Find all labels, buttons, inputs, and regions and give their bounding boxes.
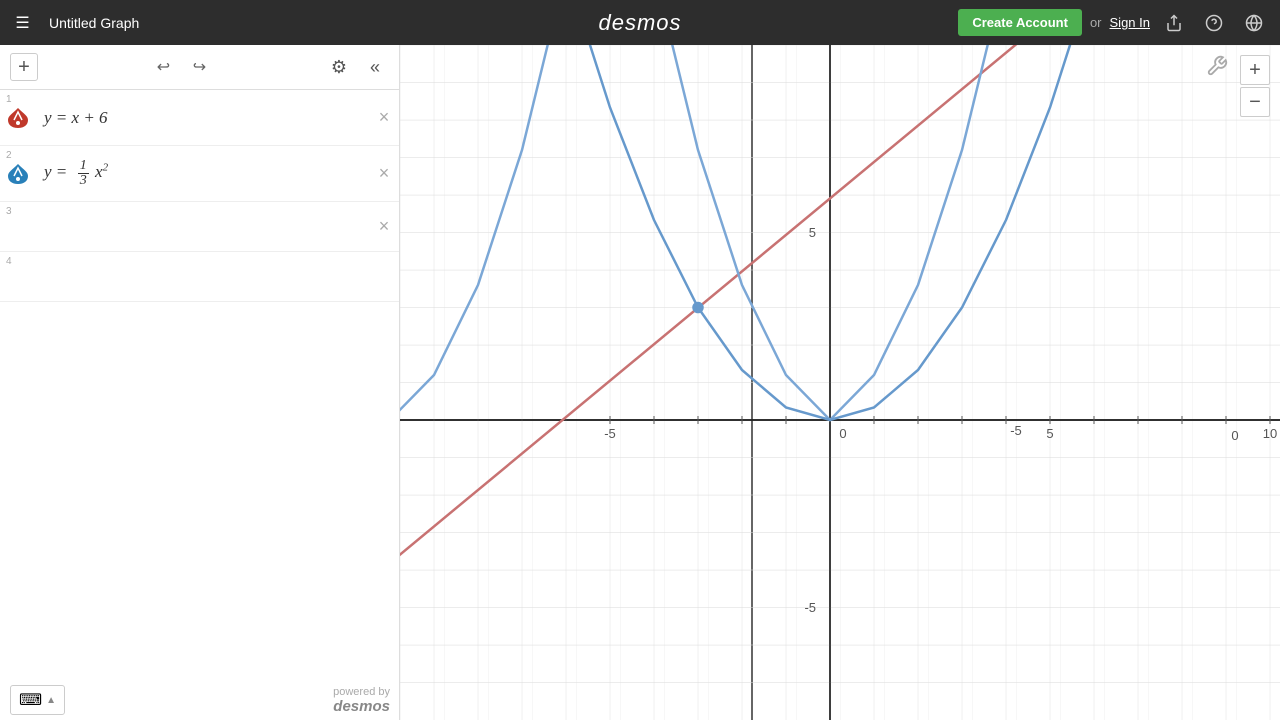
redo-button[interactable]: ↪ (186, 53, 214, 81)
expr-number-3: 3 (6, 206, 12, 217)
language-button[interactable] (1238, 7, 1270, 39)
desmos-wordmark: desmos (598, 10, 681, 35)
hamburger-button[interactable]: ☰ (0, 0, 45, 45)
header-right: Create Account or Sign In (958, 7, 1270, 39)
share-button[interactable] (1158, 7, 1190, 39)
panel-footer: ⌨ ▲ powered by desmos (0, 680, 400, 720)
expr-number-4: 4 (6, 256, 12, 267)
add-expression-button[interactable]: + (10, 53, 38, 81)
svg-text:5: 5 (809, 225, 816, 240)
expand-icon: ▲ (46, 695, 56, 706)
svg-text:0: 0 (839, 426, 846, 441)
expr-formula-4[interactable] (0, 267, 399, 287)
or-separator: or (1090, 15, 1102, 30)
graph-settings-button[interactable] (1206, 55, 1228, 82)
svg-text:10: 10 (1263, 426, 1277, 441)
svg-text:-5: -5 (804, 600, 816, 615)
svg-text:5: 5 (1046, 426, 1053, 441)
graph-canvas: -5 0 5 10 (400, 45, 1280, 720)
create-account-button[interactable]: Create Account (958, 9, 1082, 36)
keyboard-icon: ⌨ (19, 690, 42, 710)
sign-in-button[interactable]: Sign In (1110, 15, 1150, 30)
expr-icon-1[interactable] (0, 106, 36, 130)
expr-formula-2[interactable]: y = 1 3 x2 (36, 149, 369, 198)
graph-area[interactable]: -5 0 5 10 (400, 45, 1280, 720)
zoom-out-button[interactable]: − (1240, 87, 1270, 117)
svg-text:0: 0 (1231, 428, 1238, 443)
expr-close-3[interactable]: × (369, 212, 399, 242)
svg-text:-5: -5 (1010, 423, 1022, 438)
expr-formula-3[interactable] (0, 217, 369, 237)
help-button[interactable] (1198, 7, 1230, 39)
undo-button[interactable]: ↩ (150, 53, 178, 81)
header: ☰ Untitled Graph desmos Create Account o… (0, 0, 1280, 45)
desmos-logo: desmos (598, 10, 681, 36)
desmos-brand: desmos (333, 698, 390, 715)
expression-toolbar: + ↩ ↪ ⚙ « (0, 45, 399, 90)
keyboard-button[interactable]: ⌨ ▲ (10, 685, 65, 715)
app-title: Untitled Graph (49, 15, 139, 31)
expr-close-1[interactable]: × (369, 103, 399, 133)
expression-row-2: 2 y = 1 3 x2 × (0, 146, 399, 202)
expr-formula-1[interactable]: y = x + 6 (36, 98, 369, 138)
svg-text:-5: -5 (604, 426, 616, 441)
expression-row-4: 4 (0, 252, 399, 302)
powered-by-desmos: powered by desmos (333, 686, 390, 715)
settings-button[interactable]: ⚙ (325, 53, 353, 81)
expr-number-1: 1 (6, 94, 12, 105)
zoom-controls: + − (1240, 55, 1270, 117)
expr-icon-2[interactable] (0, 162, 36, 186)
powered-by-text: powered by (333, 686, 390, 698)
expression-row-3: 3 × (0, 202, 399, 252)
expression-row-1: 1 y = x + 6 × (0, 90, 399, 146)
hamburger-icon: ☰ (15, 13, 29, 33)
collapse-panel-button[interactable]: « (361, 53, 389, 81)
expr-number-2: 2 (6, 150, 12, 161)
zoom-in-button[interactable]: + (1240, 55, 1270, 85)
expr-close-2[interactable]: × (369, 159, 399, 189)
expression-panel: + ↩ ↪ ⚙ « 1 y = x + 6 × (0, 45, 400, 720)
